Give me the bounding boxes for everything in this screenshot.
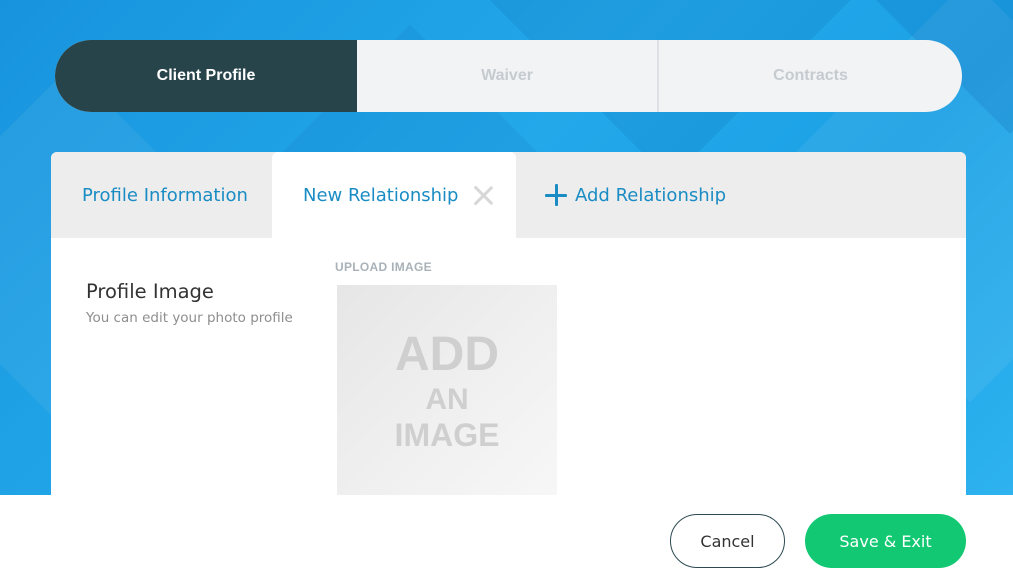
- tab-label: Profile Information: [82, 184, 248, 206]
- step-waiver[interactable]: Waiver: [357, 40, 659, 112]
- placeholder-text: IMAGE: [394, 417, 500, 453]
- add-relationship-button[interactable]: Add Relationship: [545, 152, 726, 238]
- profile-image-subtitle: You can edit your photo profile: [86, 310, 293, 326]
- save-and-exit-button[interactable]: Save & Exit: [805, 514, 966, 568]
- wizard-stepper: Client Profile Waiver Contracts: [55, 40, 962, 112]
- profile-card: Profile Information New Relationship Add…: [51, 152, 966, 495]
- tab-profile-information[interactable]: Profile Information: [82, 152, 248, 238]
- step-client-profile[interactable]: Client Profile: [55, 40, 357, 112]
- footer-bar: Cancel Save & Exit: [0, 495, 1013, 580]
- image-upload-dropzone[interactable]: ADD AN IMAGE: [337, 285, 557, 495]
- tab-bar: Profile Information New Relationship Add…: [51, 152, 966, 238]
- step-contracts[interactable]: Contracts: [659, 40, 962, 112]
- upload-image-label: UPLOAD IMAGE: [335, 260, 432, 274]
- tab-label: Add Relationship: [575, 184, 727, 206]
- profile-image-title: Profile Image: [86, 280, 214, 303]
- close-icon[interactable]: [472, 184, 494, 206]
- placeholder-text: ADD: [395, 328, 499, 381]
- plus-icon: [545, 184, 567, 206]
- placeholder-text: AN: [425, 383, 469, 416]
- tab-new-relationship[interactable]: New Relationship: [272, 152, 516, 238]
- cancel-button[interactable]: Cancel: [670, 514, 785, 568]
- tab-label: New Relationship: [303, 184, 459, 206]
